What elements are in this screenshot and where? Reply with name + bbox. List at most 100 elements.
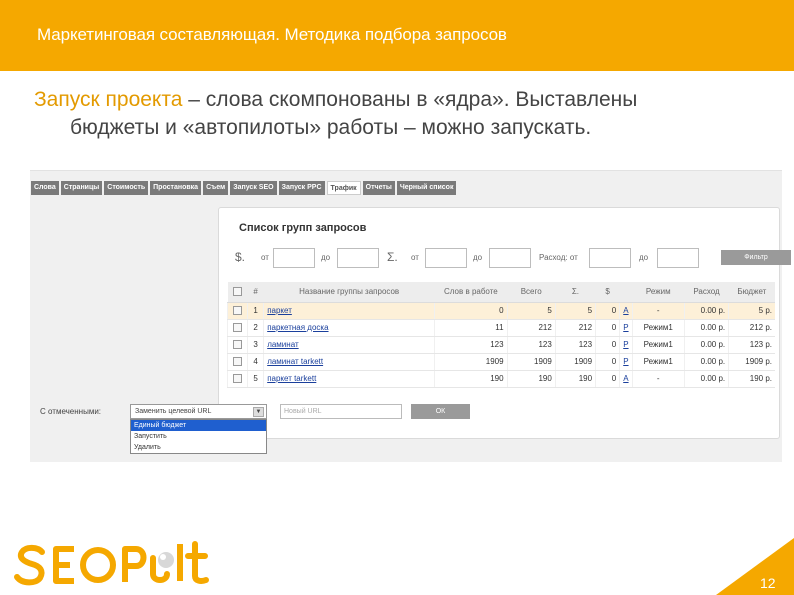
- row-checkbox[interactable]: [233, 306, 243, 316]
- row-group-link[interactable]: ламинат: [267, 340, 298, 349]
- row-budget: 190 р.: [728, 370, 775, 388]
- bulk-action-select[interactable]: Заменить целевой URL ▼: [130, 404, 267, 419]
- col-num: #: [247, 282, 264, 303]
- chevron-down-icon[interactable]: ▼: [253, 407, 264, 417]
- filter-to-label: до: [321, 253, 331, 262]
- sigma-person-icon: Σ.: [387, 250, 398, 264]
- row-flag-cell: P: [619, 353, 633, 371]
- subtitle-accent: Запуск проекта: [34, 88, 183, 111]
- select-all-checkbox[interactable]: [233, 287, 243, 297]
- row-dollar: 0: [595, 370, 620, 388]
- bulk-action-dropdown: Единый бюджет Запустить Удалить: [130, 419, 267, 454]
- filter-sigma-to-label: до: [473, 253, 483, 262]
- dollar-person-icon: $.: [235, 250, 246, 264]
- tab-removal[interactable]: Съем: [203, 181, 229, 195]
- row-mode: -: [631, 302, 685, 320]
- row-flag-cell: P: [619, 319, 633, 337]
- col-mode[interactable]: Режим: [632, 282, 685, 303]
- row-total: 212: [506, 319, 556, 337]
- tab-placement[interactable]: Простановка: [150, 181, 202, 195]
- row-flag-link[interactable]: P: [623, 357, 628, 366]
- tab-cost[interactable]: Стоимость: [104, 181, 149, 195]
- row-group-link[interactable]: паркет: [267, 306, 292, 315]
- row-sigma: 123: [554, 336, 596, 354]
- filter-sigma-to-input[interactable]: [489, 248, 531, 268]
- row-total: 123: [506, 336, 556, 354]
- dropdown-option-launch[interactable]: Запустить: [131, 431, 266, 442]
- slide-header: Маркетинговая составляющая. Методика под…: [0, 0, 794, 71]
- row-sigma: 212: [554, 319, 596, 337]
- row-in-work: 1909: [434, 353, 508, 371]
- tab-words[interactable]: Слова: [31, 181, 59, 195]
- col-sigma[interactable]: Σ.: [555, 282, 596, 303]
- row-expense: 0.00 р.: [683, 370, 729, 388]
- row-sigma: 190: [554, 370, 596, 388]
- row-flag-cell: A: [619, 370, 633, 388]
- tab-reports[interactable]: Отчеты: [362, 181, 395, 195]
- subtitle-line1: – слова скомпонованы в «ядра». Выставлен…: [182, 88, 638, 111]
- slide-subtitle: Запуск проекта – слова скомпонованы в «я…: [34, 86, 774, 142]
- row-budget: 1909 р.: [728, 353, 775, 371]
- row-flag-link[interactable]: P: [623, 340, 628, 349]
- row-group-link[interactable]: ламинат tarkett: [267, 357, 323, 366]
- row-total: 5: [506, 302, 556, 320]
- col-expense[interactable]: Расход: [684, 282, 729, 303]
- filter-button[interactable]: Фильтр: [721, 250, 791, 265]
- col-total[interactable]: Всего: [507, 282, 556, 303]
- new-url-input[interactable]: Новый URL: [280, 404, 402, 419]
- dropdown-option-delete[interactable]: Удалить: [131, 442, 266, 453]
- tab-bar: Слова Страницы Стоимость Простановка Съем Зап…: [31, 181, 458, 195]
- dropdown-option-single-budget[interactable]: Единый бюджет: [131, 420, 266, 431]
- tab-launch-seo[interactable]: Запуск SEO: [230, 181, 277, 195]
- row-group-name-cell: паркет: [263, 302, 435, 320]
- row-num: 2: [247, 319, 264, 337]
- tab-launch-ppc[interactable]: Запуск PPC: [278, 181, 325, 195]
- filter-expense-from-input[interactable]: [589, 248, 631, 268]
- row-total: 1909: [506, 353, 556, 371]
- filter-from-label: от: [261, 253, 269, 262]
- col-dollar[interactable]: $: [595, 282, 620, 303]
- row-checkbox-cell: [226, 319, 248, 337]
- row-checkbox-cell: [226, 336, 248, 354]
- filter-expense-to-label: до: [639, 253, 649, 262]
- bulk-action-row: С отмеченными: Заменить целевой URL ▼ Но…: [40, 403, 500, 421]
- tab-pages[interactable]: Страницы: [60, 181, 103, 195]
- col-budget[interactable]: Бюджет: [728, 282, 775, 303]
- table-row: 2 паркетная доска 11 212 212 0 P Режим1 …: [226, 319, 775, 337]
- filter-expense-to-input[interactable]: [657, 248, 699, 268]
- row-group-link[interactable]: паркет tarkett: [267, 374, 316, 383]
- row-checkbox[interactable]: [233, 374, 243, 384]
- row-checkbox[interactable]: [233, 323, 243, 333]
- tab-blacklist[interactable]: Черный список: [396, 181, 457, 195]
- col-in-work[interactable]: Слов в работе: [434, 282, 508, 303]
- row-flag-cell: P: [619, 336, 633, 354]
- col-flag: [619, 282, 633, 303]
- row-flag-link[interactable]: P: [623, 323, 628, 332]
- filter-dollar-from-input[interactable]: [273, 248, 315, 268]
- row-num: 3: [247, 336, 264, 354]
- row-dollar: 0: [595, 302, 620, 320]
- tab-traffic[interactable]: Трафик: [326, 181, 361, 195]
- query-groups-table: # Название группы запросов Слов в работе…: [226, 282, 775, 388]
- row-checkbox[interactable]: [233, 340, 243, 350]
- row-num: 4: [247, 353, 264, 371]
- row-mode: -: [631, 370, 685, 388]
- table-row: 4 ламинат tarkett 1909 1909 1909 0 P Реж…: [226, 353, 775, 371]
- filter-sigma-from-input[interactable]: [425, 248, 467, 268]
- filter-dollar-to-input[interactable]: [337, 248, 379, 268]
- bulk-action-value: Заменить целевой URL: [135, 408, 212, 415]
- row-flag-link[interactable]: A: [623, 306, 628, 315]
- row-group-name-cell: паркетная доска: [263, 319, 435, 337]
- row-flag-link[interactable]: A: [623, 374, 628, 383]
- row-group-link[interactable]: паркетная доска: [267, 323, 328, 332]
- col-group-name[interactable]: Название группы запросов: [263, 282, 435, 303]
- table-row: 3 ламинат 123 123 123 0 P Режим1 0.00 р.…: [226, 336, 775, 354]
- row-in-work: 190: [434, 370, 508, 388]
- row-expense: 0.00 р.: [683, 336, 729, 354]
- row-mode: Режим1: [631, 336, 685, 354]
- filter-bar: $. от до Σ. от до Расход: от до Фильтр: [233, 248, 791, 268]
- row-in-work: 11: [434, 319, 508, 337]
- row-sigma: 5: [554, 302, 596, 320]
- ok-button[interactable]: ОК: [411, 404, 470, 419]
- row-checkbox[interactable]: [233, 357, 243, 367]
